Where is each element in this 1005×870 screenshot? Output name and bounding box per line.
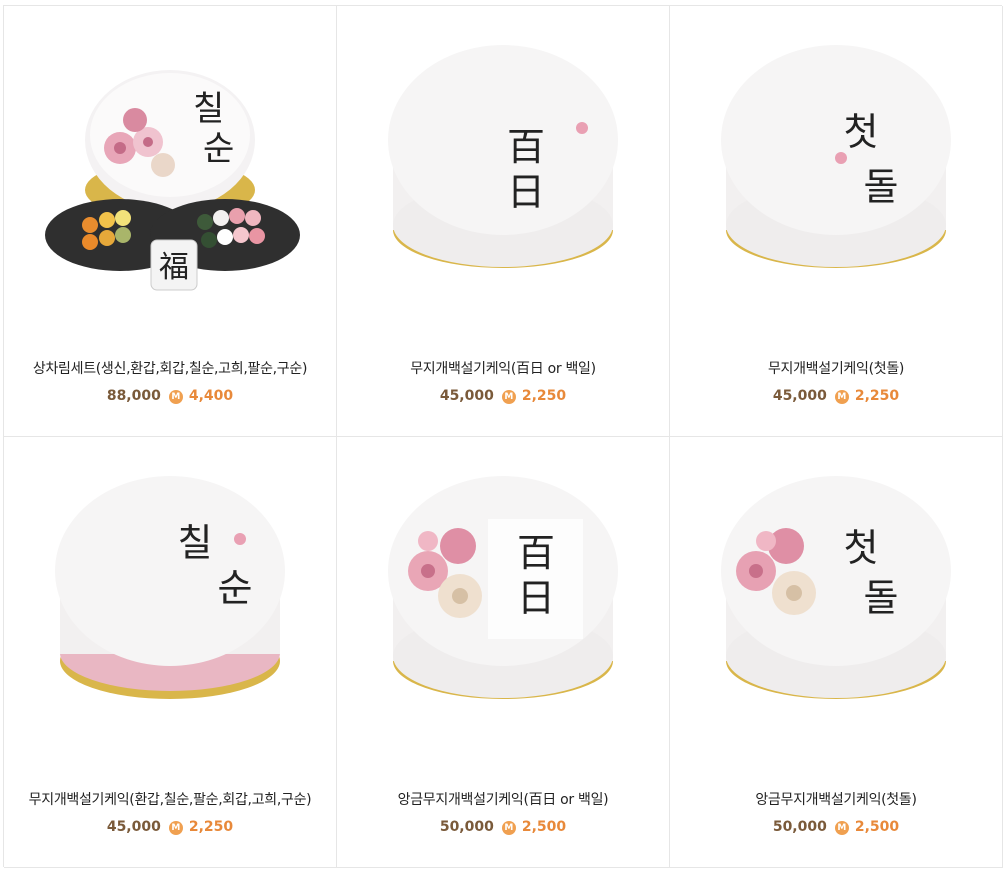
product-price: 45,000	[772, 388, 827, 404]
cake-letter: 칠	[178, 521, 213, 565]
price-row: 45,000 M 2,250	[4, 819, 336, 835]
mileage-coin-icon: M	[168, 390, 183, 404]
product-image[interactable]: 첫 돌	[691, 30, 981, 320]
product-mileage: 4,400	[188, 388, 234, 404]
product-price: 45,000	[106, 819, 161, 835]
product-price: 50,000	[772, 819, 827, 835]
cake-letter: 돌	[864, 165, 899, 209]
cake-letter: 순	[203, 129, 234, 169]
cake-letter: 첫	[844, 110, 879, 154]
mileage-coin-icon: M	[834, 390, 849, 404]
cake-letter: 돌	[864, 576, 899, 620]
product-price: 88,000	[106, 388, 161, 404]
product-price: 50,000	[439, 819, 494, 835]
mileage-coin-icon: M	[501, 821, 516, 835]
product-mileage: 2,250	[521, 388, 567, 404]
cake-letter: 첫	[844, 526, 879, 570]
flower-decoration	[576, 122, 588, 134]
product-image[interactable]: 百 日	[358, 30, 648, 320]
price-row: 50,000 M 2,500	[670, 819, 1002, 835]
mileage-coin-icon: M	[501, 390, 516, 404]
price-row: 50,000 M 2,500	[337, 819, 669, 835]
product-name[interactable]: 상차림세트(생신,환갑,회갑,칠순,고희,팔순,구순)	[4, 358, 336, 378]
product-image[interactable]: 칠 순	[25, 461, 315, 751]
product-name[interactable]: 앙금무지개백설기케익(百日 or 백일)	[337, 789, 669, 809]
product-grid: 칠 순 福 상차림세트(생신,환갑,회갑,칠순,고희,팔순,구순) 88,000…	[3, 5, 1003, 868]
price-row: 45,000 M 2,250	[670, 388, 1002, 404]
product-card[interactable]: 첫 돌 앙금무지개백설기케익(첫돌) 50,000 M 2,500	[670, 437, 1003, 868]
cake-letter: 日	[507, 170, 545, 214]
flower-decoration	[234, 533, 246, 545]
product-name[interactable]: 무지개백설기케익(환갑,칠순,팔순,회갑,고희,구순)	[4, 789, 336, 809]
product-card[interactable]: 칠 순 무지개백설기케익(환갑,칠순,팔순,회갑,고희,구순) 45,000 M 2…	[4, 437, 337, 868]
price-row: 45,000 M 2,250	[337, 388, 669, 404]
product-mileage: 2,500	[854, 819, 900, 835]
product-price: 45,000	[439, 388, 494, 404]
product-mileage: 2,250	[854, 388, 900, 404]
flower-decoration	[835, 152, 847, 164]
cake-letter: 百	[507, 125, 545, 169]
product-card[interactable]: 百 日 무지개백설기케익(百日 or 백일) 45,000 M 2,250	[337, 6, 670, 437]
mileage-coin-icon: M	[834, 821, 849, 835]
product-card[interactable]: 百 日 앙금무지개백설기케익(百日 or 백일) 50,000 M 2,500	[337, 437, 670, 868]
product-mileage: 2,250	[188, 819, 234, 835]
product-name[interactable]: 무지개백설기케익(첫돌)	[670, 358, 1002, 378]
price-row: 88,000 M 4,400	[4, 388, 336, 404]
cake-letter: 순	[218, 566, 253, 610]
product-image[interactable]: 첫 돌	[691, 461, 981, 751]
product-card[interactable]: 칠 순 福 상차림세트(생신,환갑,회갑,칠순,고희,팔순,구순) 88,000…	[4, 6, 337, 437]
product-card[interactable]: 첫 돌 무지개백설기케익(첫돌) 45,000 M 2,250	[670, 6, 1003, 437]
cake-letter: 칠	[193, 89, 224, 129]
product-mileage: 2,500	[521, 819, 567, 835]
product-name[interactable]: 무지개백설기케익(百日 or 백일)	[337, 358, 669, 378]
seal-text: 福	[159, 250, 189, 285]
product-name[interactable]: 앙금무지개백설기케익(첫돌)	[670, 789, 1002, 809]
cake-letter: 百	[517, 531, 555, 575]
cake-letter: 日	[517, 576, 555, 620]
product-image[interactable]: 칠 순 福	[25, 30, 315, 320]
mileage-coin-icon: M	[168, 821, 183, 835]
product-image[interactable]: 百 日	[358, 461, 648, 751]
